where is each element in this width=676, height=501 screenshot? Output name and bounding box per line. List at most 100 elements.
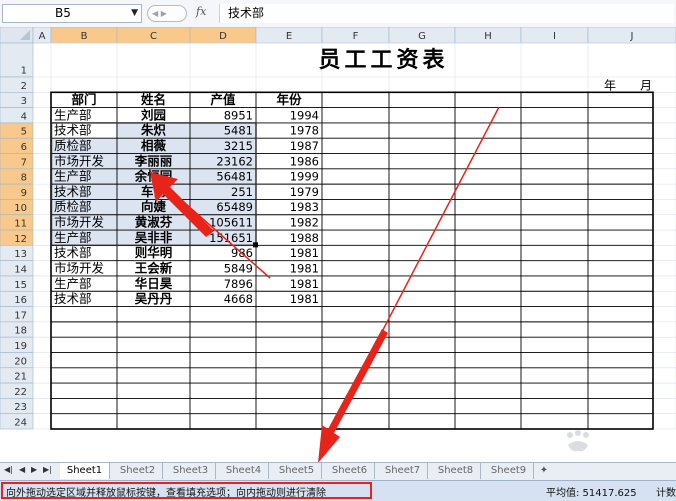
- column-label-G: G: [418, 31, 426, 42]
- cell-name[interactable]: 朱炽: [141, 123, 167, 138]
- last-sheet-icon[interactable]: ▶|: [43, 465, 52, 474]
- row-header-2[interactable]: [0, 76, 34, 93]
- tab-sheet5[interactable]: Sheet5: [272, 463, 322, 479]
- row-label-24: 24: [14, 418, 27, 429]
- first-sheet-icon[interactable]: ◀|: [4, 465, 13, 474]
- row-header-3[interactable]: [0, 92, 34, 108]
- row-headers: 123456789101112131415161718192021222324: [0, 42, 34, 430]
- cell-year[interactable]: 1994: [290, 108, 319, 122]
- chevron-down-icon[interactable]: ▼: [131, 5, 138, 22]
- formula-input[interactable]: 技术部: [219, 4, 674, 23]
- cell-output[interactable]: 251: [231, 185, 253, 199]
- row-label-1: 1: [21, 66, 27, 77]
- cell-output[interactable]: 5481: [224, 124, 253, 138]
- row-header-1[interactable]: [0, 42, 34, 78]
- cell-name[interactable]: 刘园: [141, 107, 166, 122]
- row-label-14: 14: [14, 264, 27, 275]
- cell-department[interactable]: 技术部: [54, 184, 92, 199]
- cell-department[interactable]: 市场开发: [54, 153, 105, 168]
- cell-name[interactable]: 李丽丽: [134, 153, 173, 168]
- function-icon[interactable]: fx: [196, 5, 206, 18]
- cell-output[interactable]: 8951: [224, 108, 253, 122]
- cell-name[interactable]: 黄淑芬: [135, 215, 173, 230]
- row-label-20: 20: [14, 356, 27, 367]
- cell-department[interactable]: 质检部: [54, 199, 92, 214]
- cell-name[interactable]: 吴丹丹: [135, 291, 173, 306]
- cell-department[interactable]: 生产部: [54, 230, 92, 245]
- cell-name[interactable]: 吴非非: [135, 230, 173, 245]
- cells: 员工工资表年 月部门 姓名 产值 年份生产部 刘园 8951 1994 技术部 朱炽 5481 197…: [50, 47, 654, 430]
- row-header-9[interactable]: [0, 183, 34, 200]
- row-label-21: 21: [14, 372, 27, 383]
- cell-year[interactable]: 1981: [290, 277, 319, 291]
- cell-year[interactable]: 1979: [290, 185, 319, 199]
- cell-year[interactable]: 1987: [290, 139, 319, 153]
- name-box-value: B5: [55, 6, 71, 20]
- cell-output[interactable]: 3215: [224, 139, 253, 153]
- row-label-12: 12: [14, 234, 27, 245]
- tab-sheet7[interactable]: Sheet7: [378, 463, 428, 479]
- tab-sheet1[interactable]: Sheet1: [60, 463, 110, 479]
- cell-department[interactable]: 生产部: [54, 107, 92, 122]
- cell-output[interactable]: 56481: [216, 170, 253, 184]
- cell-year[interactable]: 1978: [290, 124, 319, 138]
- cell-year[interactable]: 1982: [290, 216, 319, 230]
- row-header-5[interactable]: [0, 122, 34, 139]
- cell-name[interactable]: 则华明: [135, 245, 173, 260]
- prev-sheet-icon[interactable]: ◀: [19, 465, 25, 474]
- next-sheet-icon[interactable]: ▶: [31, 465, 37, 474]
- status-average: 平均值: 51417.625: [546, 488, 637, 499]
- cell-output[interactable]: 7896: [224, 277, 253, 291]
- cell-department[interactable]: 技术部: [54, 123, 92, 138]
- table-header-cell: 部门: [71, 92, 96, 107]
- sheet-title: 员工工资表: [318, 47, 448, 73]
- formula-bar-splitter[interactable]: ◀ ▶: [147, 5, 187, 22]
- cell-name[interactable]: 向婕: [141, 199, 167, 214]
- cell-department[interactable]: 市场开发: [54, 215, 105, 230]
- cell-year[interactable]: 1981: [290, 261, 319, 275]
- tab-sheet6[interactable]: Sheet6: [325, 463, 375, 479]
- cell-year[interactable]: 1986: [290, 154, 319, 168]
- cell-department[interactable]: 市场开发: [54, 260, 105, 275]
- annotation-arrow-down: [318, 329, 388, 462]
- tab-sheet2[interactable]: Sheet2: [113, 463, 163, 479]
- cell-name[interactable]: 王会新: [135, 260, 173, 275]
- cell-year[interactable]: 1988: [290, 231, 319, 245]
- cell-department[interactable]: 质检部: [54, 138, 92, 153]
- row-label-6: 6: [21, 142, 27, 153]
- cell-department[interactable]: 生产部: [54, 169, 92, 184]
- tab-sheet3[interactable]: Sheet3: [166, 463, 216, 479]
- row-label-18: 18: [14, 326, 27, 337]
- new-sheet-icon[interactable]: ✦: [537, 463, 551, 479]
- cell-department[interactable]: 生产部: [54, 276, 92, 291]
- row-label-15: 15: [14, 280, 27, 291]
- tab-sheet9[interactable]: Sheet9: [484, 463, 534, 479]
- row-header-4[interactable]: [0, 107, 34, 124]
- cell-output[interactable]: 65489: [216, 200, 253, 214]
- cell-year[interactable]: 1981: [290, 246, 319, 260]
- cell-output[interactable]: 5849: [224, 261, 253, 275]
- cell-output[interactable]: 23162: [216, 154, 253, 168]
- table-header-cell: 年份: [276, 92, 302, 107]
- row-header-6[interactable]: [0, 137, 34, 154]
- cell-name[interactable]: 相薇: [141, 138, 167, 153]
- worksheet-grid[interactable]: ABCDEFGHIJ 12345678910111213141516171819…: [0, 27, 676, 462]
- cell-department[interactable]: 技术部: [54, 245, 92, 260]
- column-label-B: B: [81, 31, 88, 42]
- row-label-4: 4: [21, 111, 27, 122]
- column-label-E: E: [286, 31, 292, 42]
- column-label-J: J: [630, 31, 634, 42]
- cell-output[interactable]: 4668: [224, 292, 253, 306]
- tab-sheet8[interactable]: Sheet8: [431, 463, 481, 479]
- cell-year[interactable]: 1999: [290, 170, 319, 184]
- row-header-7[interactable]: [0, 153, 34, 170]
- cell-output[interactable]: 105611: [209, 216, 253, 230]
- cell-year[interactable]: 1983: [290, 200, 319, 214]
- name-box[interactable]: B5 ▼: [2, 4, 142, 23]
- cell-year[interactable]: 1981: [290, 292, 319, 306]
- tab-sheet4[interactable]: Sheet4: [219, 463, 269, 479]
- cell-name[interactable]: 华日昊: [135, 276, 173, 291]
- fill-handle[interactable]: [253, 242, 258, 248]
- cell-department[interactable]: 技术部: [54, 291, 92, 306]
- row-header-8[interactable]: [0, 168, 34, 185]
